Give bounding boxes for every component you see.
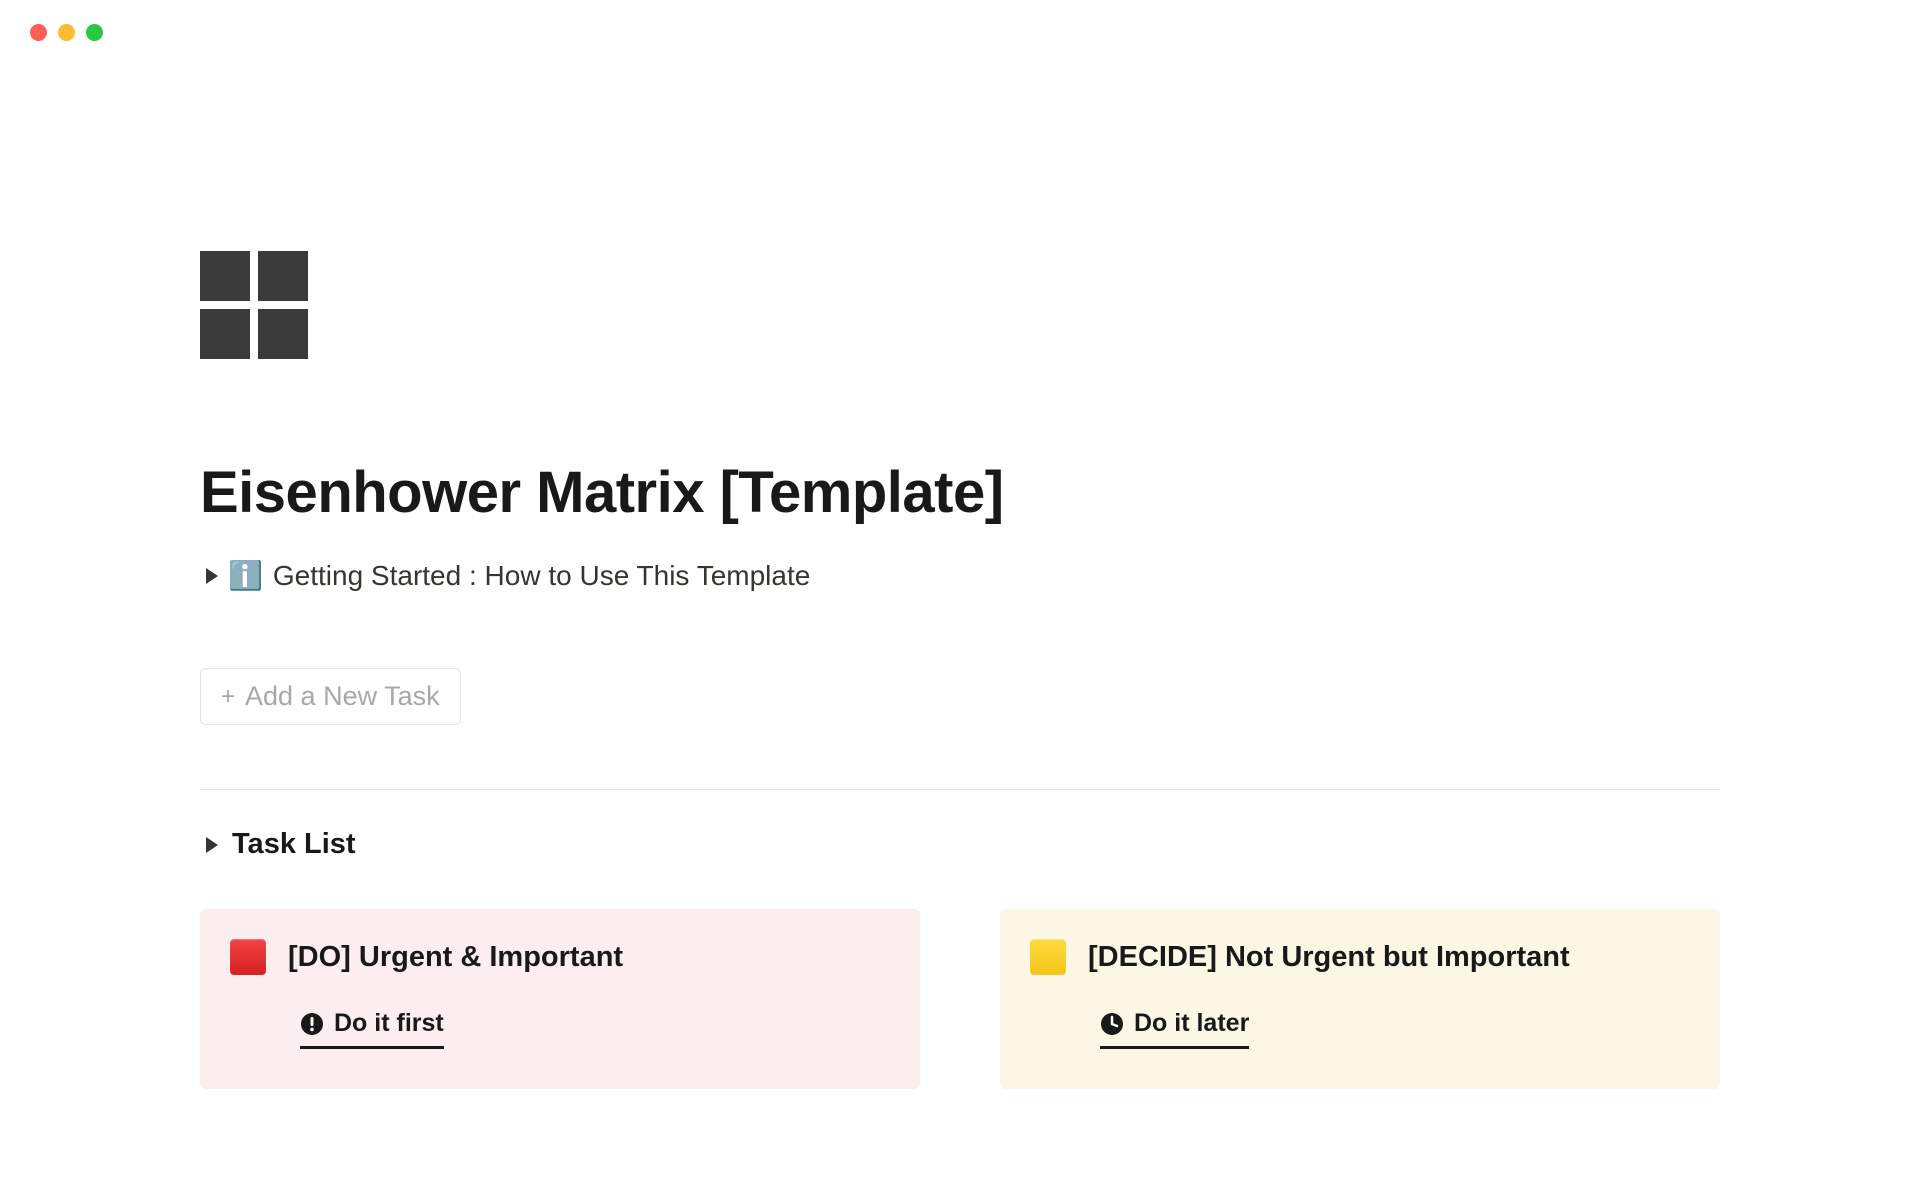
card-title-do: [DO] Urgent & Important: [288, 941, 623, 974]
yellow-square-icon: [1030, 939, 1066, 975]
tab-label: Do it later: [1134, 1009, 1249, 1038]
divider: [200, 789, 1720, 790]
grid-icon: [258, 309, 308, 359]
card-header: [DO] Urgent & Important: [230, 939, 890, 975]
window-controls: [0, 0, 1920, 41]
page-content: Eisenhower Matrix [Template] ℹ️ Getting …: [0, 41, 1920, 1089]
tab-label: Do it first: [334, 1009, 444, 1038]
window-close-button[interactable]: [30, 24, 47, 41]
info-icon: ℹ️: [228, 562, 263, 590]
getting-started-toggle[interactable]: ℹ️ Getting Started : How to Use This Tem…: [200, 560, 1720, 592]
getting-started-label: Getting Started : How to Use This Templa…: [273, 560, 810, 592]
plus-icon: +: [221, 685, 235, 709]
page-icon[interactable]: [200, 251, 308, 359]
red-square-icon: [230, 939, 266, 975]
window-minimize-button[interactable]: [58, 24, 75, 41]
add-task-label: Add a New Task: [245, 681, 440, 712]
task-list-label: Task List: [232, 828, 356, 861]
grid-icon: [200, 251, 250, 301]
matrix-grid: [DO] Urgent & Important Do it first [DEC…: [200, 909, 1720, 1089]
grid-icon: [258, 251, 308, 301]
card-header: [DECIDE] Not Urgent but Important: [1030, 939, 1690, 975]
page-title[interactable]: Eisenhower Matrix [Template]: [200, 459, 1720, 526]
matrix-card-do[interactable]: [DO] Urgent & Important Do it first: [200, 909, 920, 1089]
task-list-toggle[interactable]: Task List: [200, 828, 1720, 861]
window-maximize-button[interactable]: [86, 24, 103, 41]
chevron-right-icon: [206, 568, 218, 584]
grid-icon: [200, 309, 250, 359]
card-title-decide: [DECIDE] Not Urgent but Important: [1088, 941, 1570, 974]
add-task-button[interactable]: + Add a New Task: [200, 668, 461, 725]
clock-icon: [1100, 1012, 1124, 1036]
matrix-card-decide[interactable]: [DECIDE] Not Urgent but Important Do it …: [1000, 909, 1720, 1089]
tab-do-it-first[interactable]: Do it first: [300, 1009, 444, 1049]
chevron-right-icon: [206, 837, 218, 853]
exclamation-circle-icon: [300, 1012, 324, 1036]
tab-do-it-later[interactable]: Do it later: [1100, 1009, 1249, 1049]
